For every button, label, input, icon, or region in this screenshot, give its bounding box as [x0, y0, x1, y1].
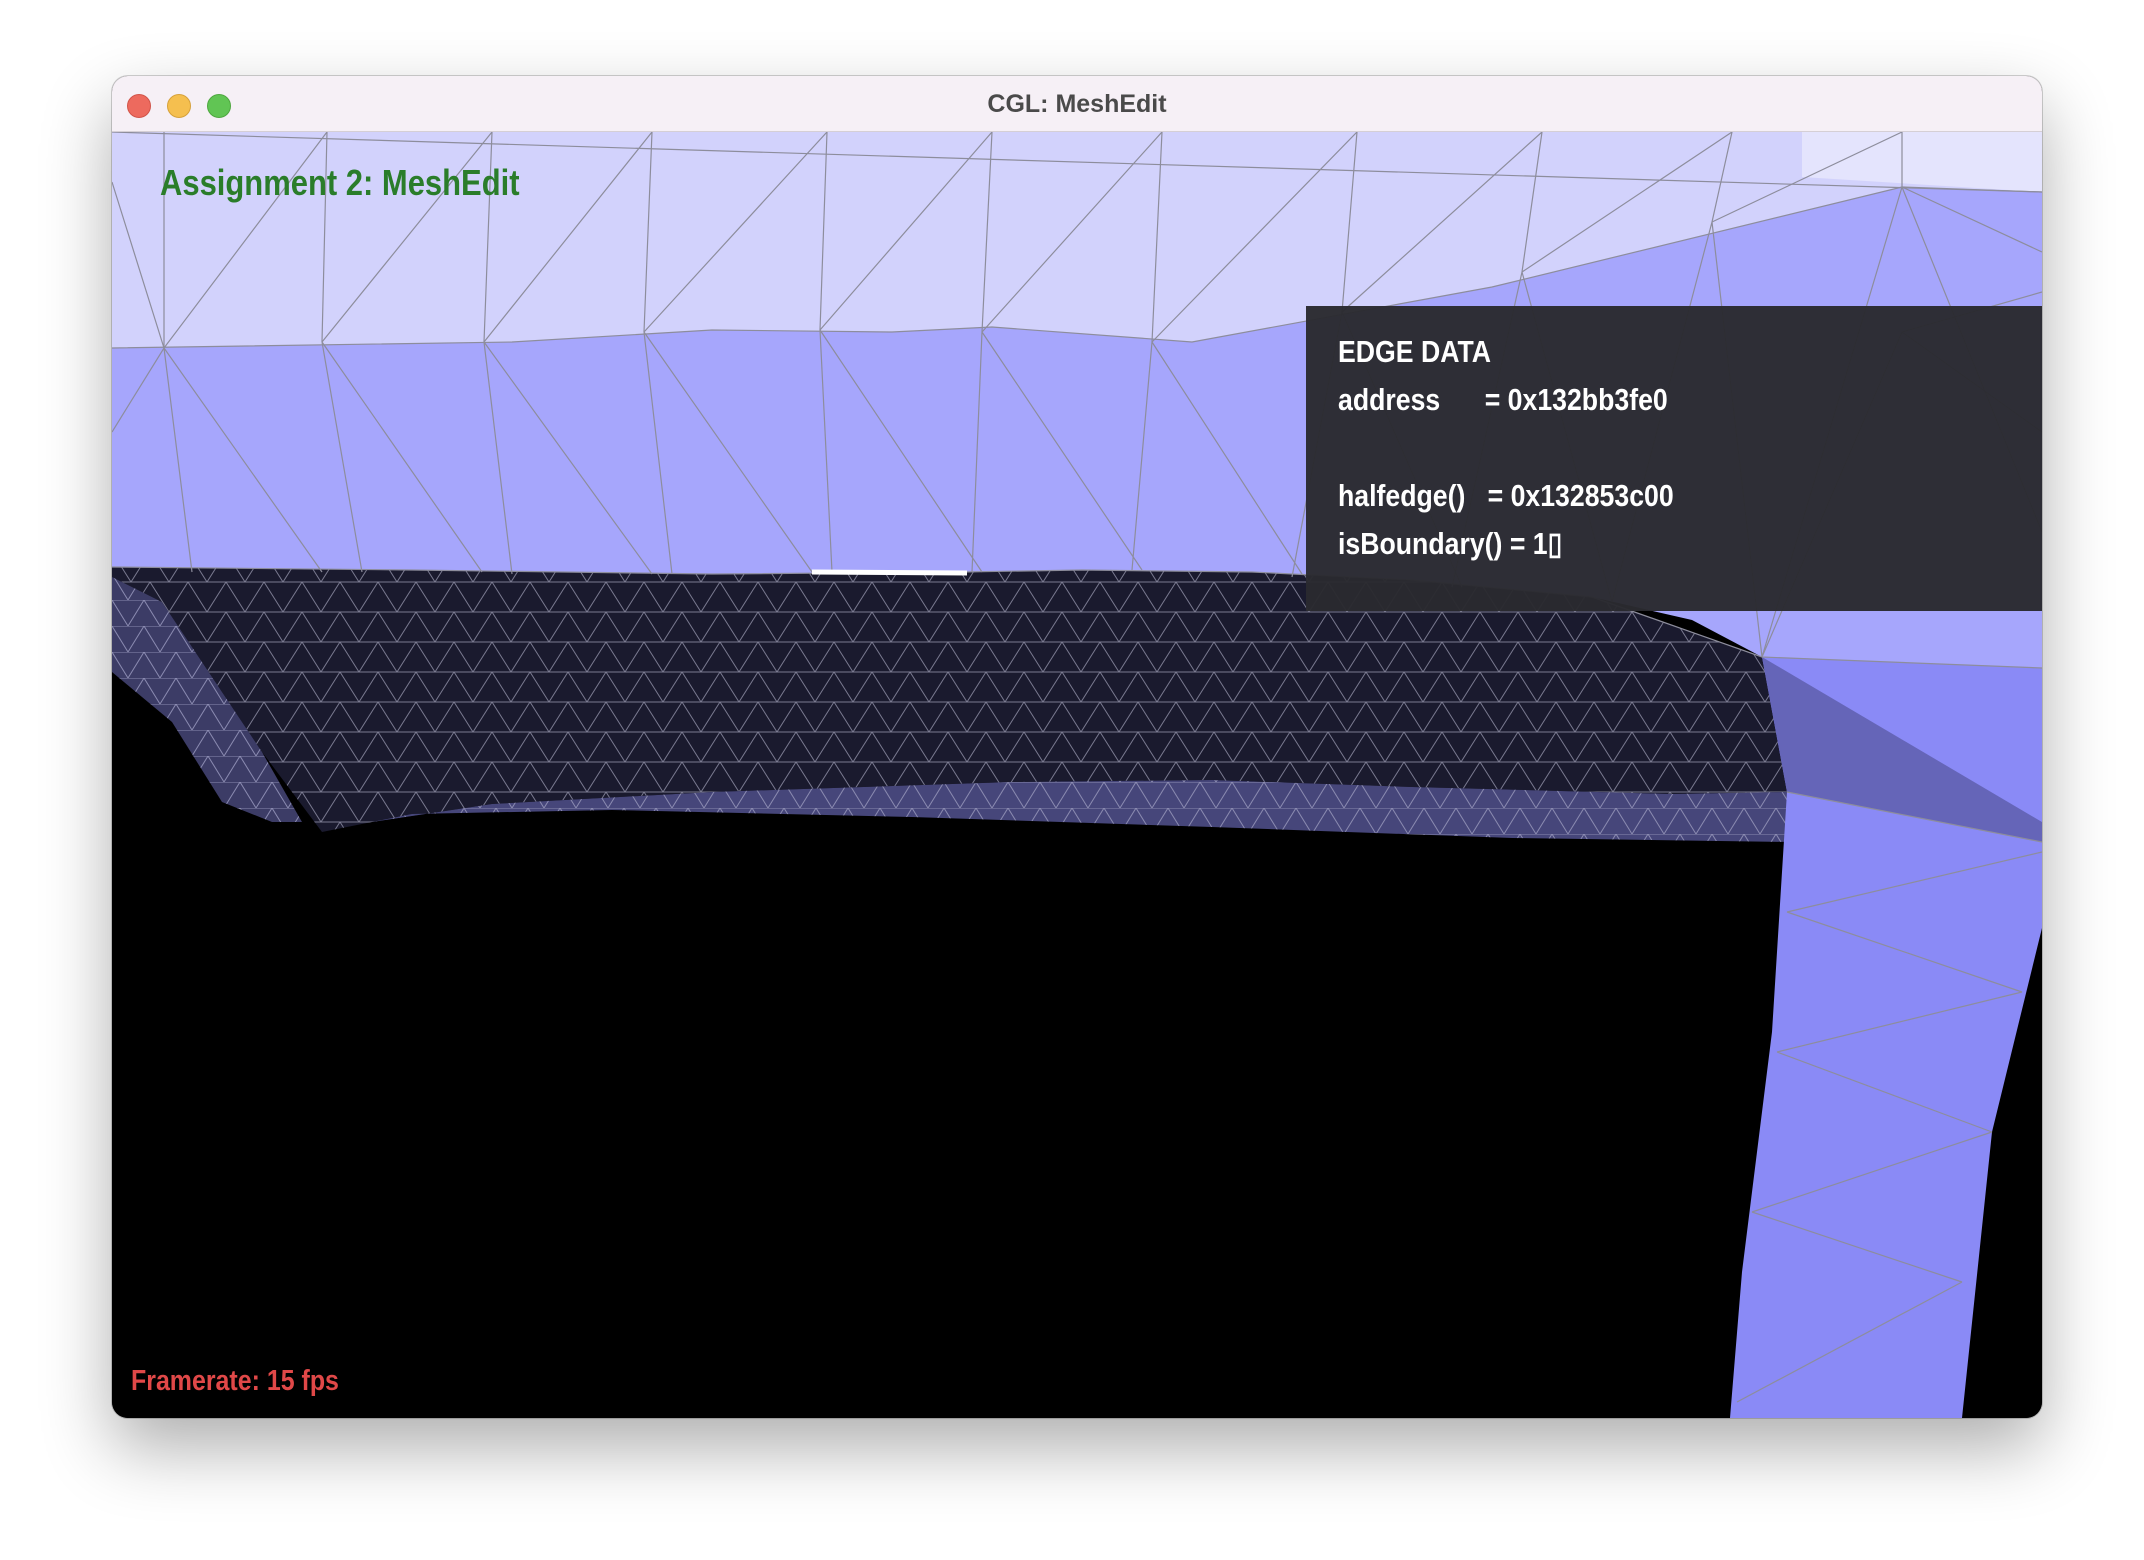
window-title: CGL: MeshEdit: [987, 90, 1167, 118]
edge-is-boundary: isBoundary() = 1▯: [1338, 526, 1563, 561]
mesh-viewport[interactable]: Assignment 2: MeshEdit EDGE DATA address…: [112, 132, 2042, 1418]
title-bar[interactable]: CGL: MeshEdit: [112, 76, 2042, 132]
edge-data-panel: EDGE DATA address = 0x132bb3fe0 halfedge…: [1306, 306, 2042, 611]
edge-address: address = 0x132bb3fe0: [1338, 382, 1668, 417]
assignment-title: Assignment 2: MeshEdit: [160, 162, 520, 203]
edge-halfedge: halfedge() = 0x132853c00: [1338, 478, 1674, 513]
app-window: CGL: MeshEdit Assignment 2: MeshEdit EDG…: [112, 76, 2042, 1418]
edge-data-heading: EDGE DATA: [1338, 334, 1492, 369]
framerate-readout: Framerate: 15 fps: [131, 1365, 339, 1397]
selected-edge[interactable]: [811, 569, 968, 576]
